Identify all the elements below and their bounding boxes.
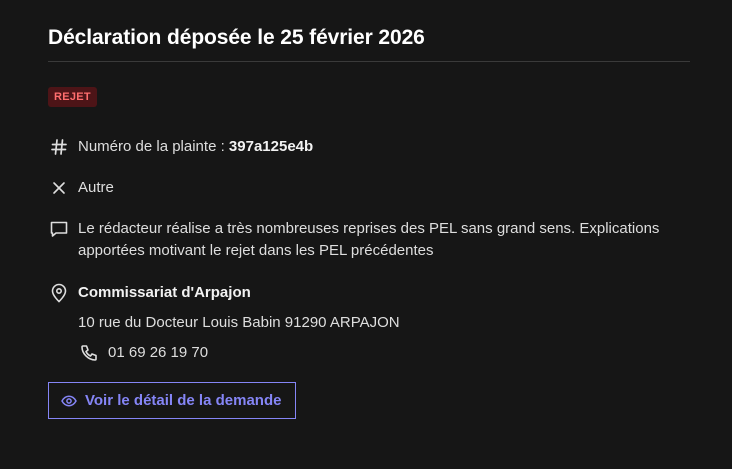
eye-icon [61,393,77,409]
declaration-card: Déclaration déposée le 25 février 2026 R… [0,0,732,469]
phone-icon [78,342,100,364]
view-detail-button[interactable]: Voir le détail de la demande [48,382,297,419]
location-name: Commissariat d'Arpajon [78,284,251,301]
category-row: Autre [48,177,690,199]
status-badge: REJET [48,87,97,107]
location-row: Commissariat d'Arpajon [48,282,690,304]
complaint-number-text: Numéro de la plainte : 397a125e4b [78,136,313,158]
phone-number[interactable]: 01 69 26 19 70 [108,342,208,364]
complaint-number-row: Numéro de la plainte : 397a125e4b [48,136,690,158]
location-address: 10 rue du Docteur Louis Babin 91290 ARPA… [78,314,400,331]
hash-icon [48,136,70,158]
category-label: Autre [78,179,114,196]
map-pin-icon [48,282,70,304]
comment-text: Le rédacteur réalise a très nombreuses r… [78,220,660,259]
close-icon [48,177,70,199]
comment-row: Le rédacteur réalise a très nombreuses r… [48,218,690,262]
page-title: Déclaration déposée le 25 février 2026 [48,26,425,49]
comment-icon [48,218,70,240]
view-detail-label: Voir le détail de la demande [85,392,282,409]
complaint-number-value: 397a125e4b [228,138,314,155]
phone-row: 01 69 26 19 70 [78,342,690,364]
complaint-number-label: Numéro de la plainte : [78,138,225,155]
divider [48,61,690,62]
